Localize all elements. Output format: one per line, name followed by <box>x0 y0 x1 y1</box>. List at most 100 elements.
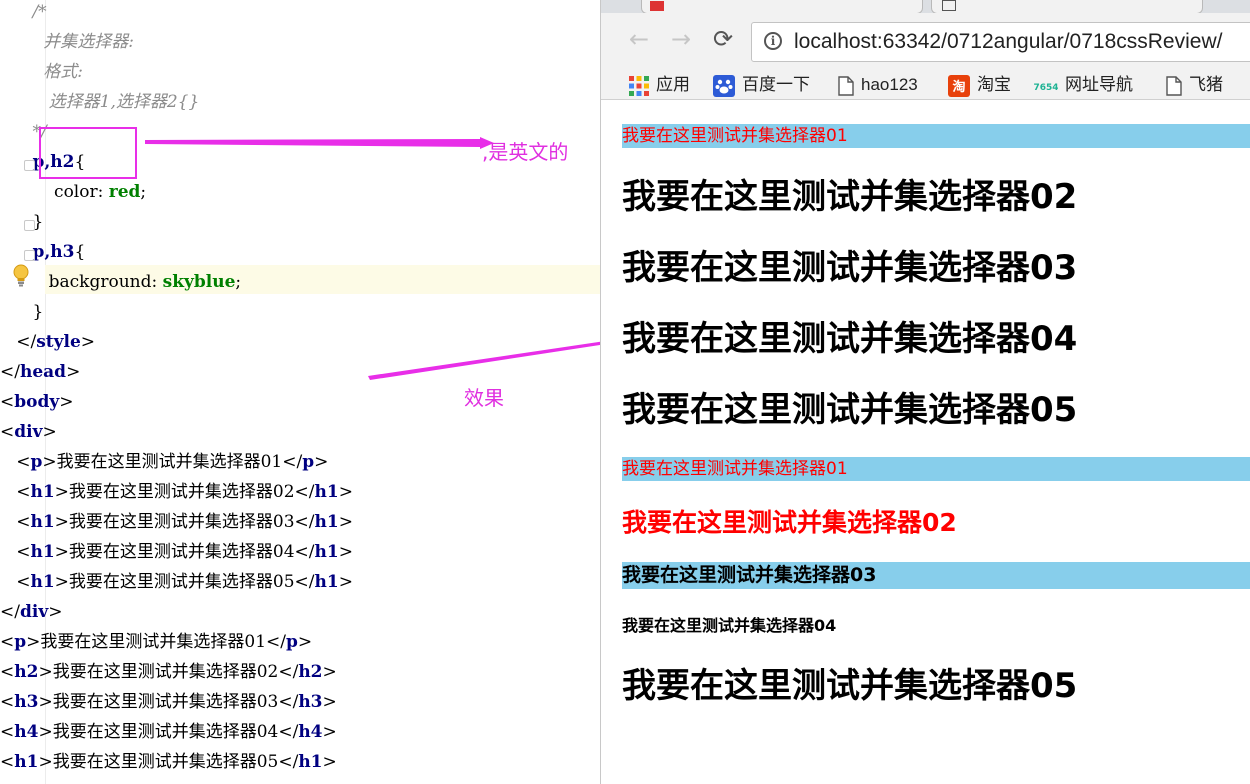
code-token: < <box>0 722 15 742</box>
code-token: h2 <box>298 662 323 682</box>
code-line[interactable]: <h1>我要在这里测试并集选择器02</h1> <box>0 477 353 507</box>
page-h3: 我要在这里测试并集选择器03 <box>622 562 1250 589</box>
bookmark-label: 百度一下 <box>742 75 810 94</box>
page-div-heading-05: 我要在这里测试并集选择器05 <box>622 390 1078 430</box>
code-line[interactable]: <body> <box>0 387 74 417</box>
code-token: > <box>297 632 313 652</box>
code-line[interactable]: <div> <box>0 417 57 447</box>
code-token: > <box>42 422 57 442</box>
code-line[interactable]: background: skyblue; <box>0 267 241 297</box>
annotation-highlight-box <box>39 127 137 179</box>
code-token: < <box>16 512 31 532</box>
tab-strip <box>601 0 1250 14</box>
code-token: > <box>66 362 81 382</box>
code-line[interactable]: 并集选择器: <box>0 27 134 57</box>
code-line[interactable]: 选择器1,选择器2{} <box>0 87 200 117</box>
code-line[interactable]: <h1>我要在这里测试并集选择器03</h1> <box>0 507 353 537</box>
code-line[interactable]: } <box>0 207 43 237</box>
bookmark-taobao[interactable]: 淘 淘宝 <box>948 74 1011 97</box>
code-line[interactable]: <h1>我要在这里测试并集选择器05</h1> <box>0 747 337 777</box>
code-token: >我要在这里测试并集选择器01</ <box>42 452 303 472</box>
back-button[interactable]: ← <box>625 25 653 53</box>
code-token: h2 <box>14 662 39 682</box>
code-token: head <box>19 362 67 382</box>
code-token: style <box>36 332 81 352</box>
bookmark-fliggy[interactable]: 飞猪 <box>1166 74 1223 96</box>
code-token: h1 <box>314 512 339 532</box>
code-token: < <box>16 542 31 562</box>
code-token: > <box>338 542 353 562</box>
code-token: < <box>0 662 15 682</box>
bookmark-hao123[interactable]: hao123 <box>838 74 918 96</box>
apps-grid-icon <box>629 75 649 96</box>
code-token: >我要在这里测试并集选择器03</ <box>54 512 315 532</box>
code-token: ; <box>235 272 242 292</box>
code-line[interactable]: <h2>我要在这里测试并集选择器02</h2> <box>0 657 337 687</box>
bookmark-apps[interactable]: 应用 <box>629 74 690 96</box>
page-div-paragraph: 我要在这里测试并集选择器01 <box>622 124 1250 148</box>
tab-favicon-icon <box>650 1 664 11</box>
fold-marker[interactable] <box>24 160 35 171</box>
code-line[interactable]: p,h3{ <box>0 237 85 267</box>
code-editor[interactable]: /* 并集选择器: 格式: 选择器1,选择器2{} */ p,h2{ color… <box>0 0 600 784</box>
fold-marker[interactable] <box>24 250 35 261</box>
browser-tab[interactable] <box>931 0 1203 14</box>
code-line[interactable]: </head> <box>0 357 80 387</box>
code-token: h1 <box>298 752 323 772</box>
code-line[interactable]: <h1>我要在这里测试并集选择器05</h1> <box>0 567 353 597</box>
code-token: > <box>59 392 74 412</box>
svg-text:7654: 7654 <box>1034 83 1058 93</box>
code-line[interactable]: <p>我要在这里测试并集选择器01</p> <box>0 447 328 477</box>
bookmark-label: 网址导航 <box>1065 75 1133 94</box>
code-token: >我要在这里测试并集选择器01</ <box>26 632 286 652</box>
code-token: h1 <box>30 482 55 502</box>
page-div-heading-04: 我要在这里测试并集选择器04 <box>622 319 1078 359</box>
code-token: div <box>19 602 49 622</box>
code-line[interactable]: <p>我要在这里测试并集选择器01</p> <box>0 627 312 657</box>
address-bar[interactable]: i localhost:63342/0712angular/0718cssRev… <box>751 22 1250 62</box>
code-line[interactable]: </div> <box>0 597 62 627</box>
code-token: 并集选择器: <box>43 32 134 52</box>
code-token: h1 <box>314 542 339 562</box>
info-icon[interactable]: i <box>764 32 782 50</box>
code-line[interactable]: <h3>我要在这里测试并集选择器03</h3> <box>0 687 337 717</box>
code-token: > <box>314 452 329 472</box>
code-token: < <box>0 752 15 772</box>
code-line[interactable]: color: red; <box>0 177 146 207</box>
bookmarks-bar: 应用 百度一下 hao123 淘 淘宝 7654 网址导航 飞猪 <box>601 71 1250 100</box>
code-token: > <box>48 602 63 622</box>
code-line[interactable]: /* <box>0 0 46 27</box>
svg-text:淘: 淘 <box>952 79 965 95</box>
code-token: 格式: <box>43 62 83 82</box>
page-h1: 我要在这里测试并集选择器05 <box>622 666 1078 706</box>
code-token: > <box>80 332 96 352</box>
code-line[interactable]: <h4>我要在这里测试并集选择器04</h4> <box>0 717 337 747</box>
english-comma-note: ,是英文的 <box>482 140 569 164</box>
baidu-paw-icon <box>713 74 735 97</box>
code-token: color: <box>54 182 109 202</box>
code-line[interactable]: <h1>我要在这里测试并集选择器04</h1> <box>0 537 353 567</box>
code-line[interactable]: 格式: <box>0 57 83 87</box>
bookmark-baidu[interactable]: 百度一下 <box>713 74 810 97</box>
code-token: p <box>286 632 298 652</box>
code-token: < <box>0 422 15 442</box>
code-token: p <box>14 632 27 652</box>
code-token: > <box>322 722 337 742</box>
browser-tab[interactable] <box>641 0 923 14</box>
lightbulb-icon[interactable] <box>12 264 30 288</box>
bookmark-label: 淘宝 <box>977 75 1011 94</box>
bookmark-nav[interactable]: 7654 网址导航 <box>1034 74 1133 96</box>
reload-button[interactable]: ⟳ <box>709 25 737 53</box>
code-line[interactable]: </style> <box>0 327 95 357</box>
code-token: > <box>322 662 337 682</box>
url-text[interactable]: localhost:63342/0712angular/0718cssRevie… <box>794 23 1222 61</box>
forward-button[interactable]: → <box>667 25 695 53</box>
code-line[interactable]: } <box>0 297 43 327</box>
fold-marker[interactable] <box>24 220 35 231</box>
